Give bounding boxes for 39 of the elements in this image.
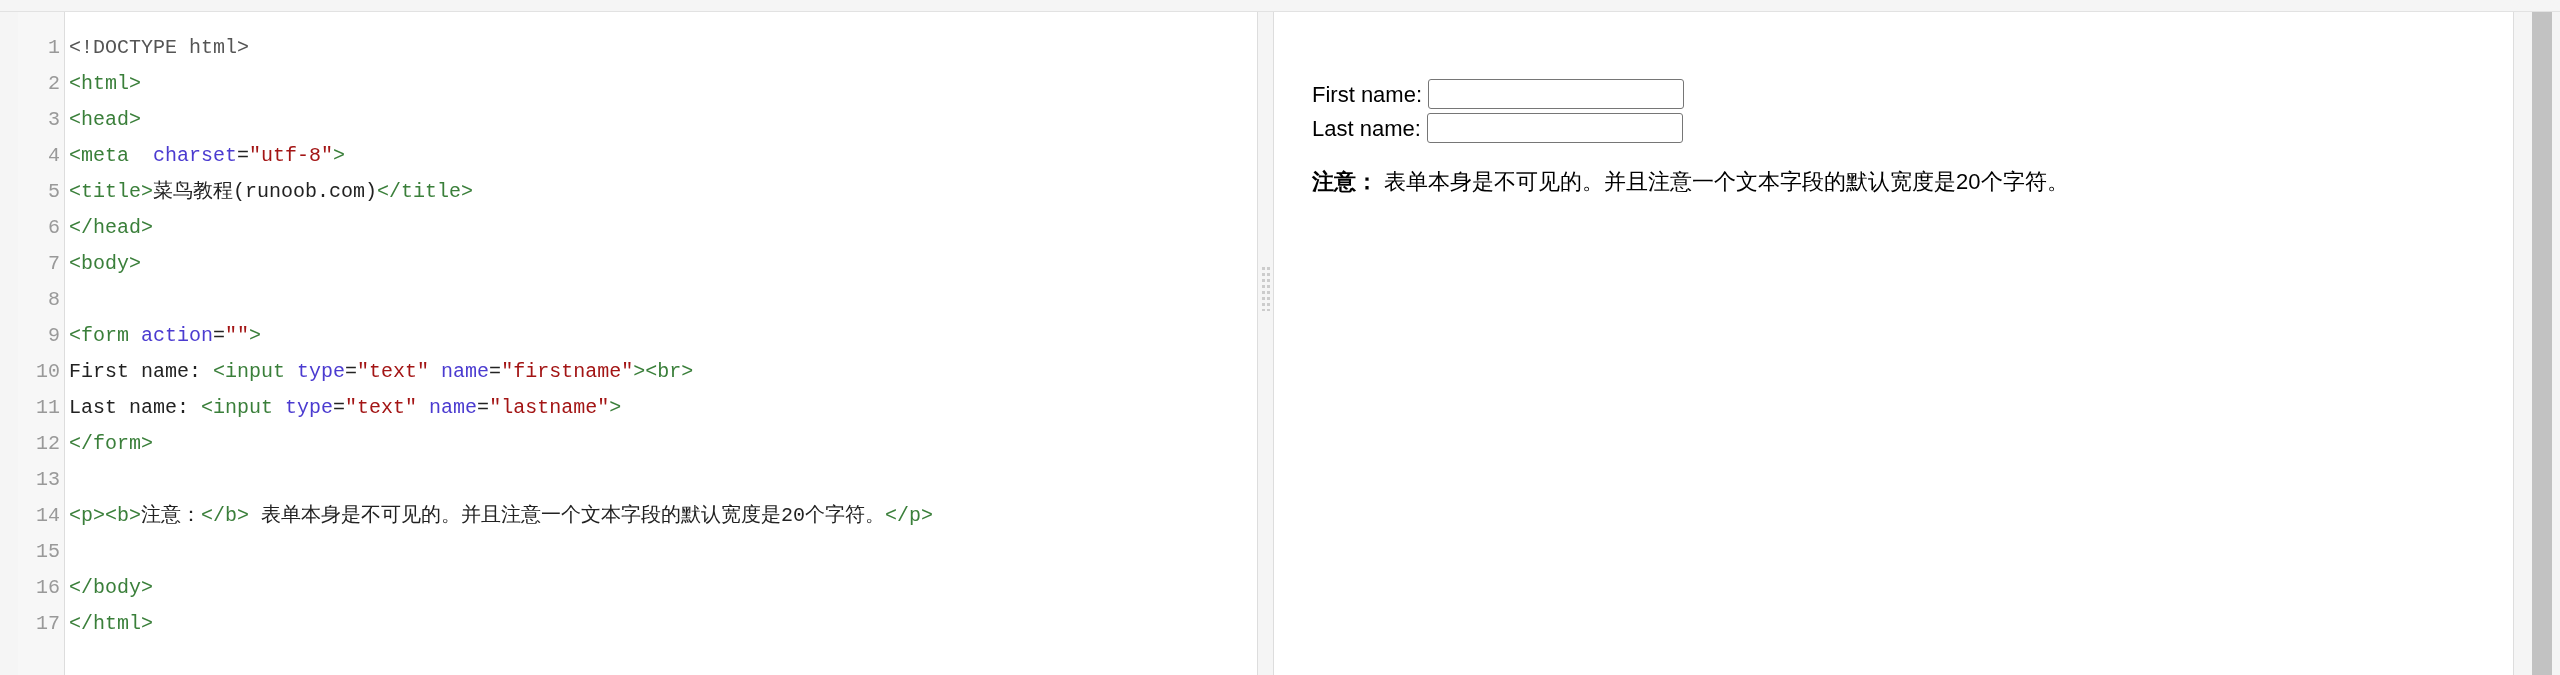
- line-number: 8: [47, 287, 61, 313]
- line-number: 12: [35, 431, 61, 457]
- field-label: First name:: [1312, 80, 1423, 109]
- line-number: 6: [47, 215, 61, 241]
- code-line: <title>菜鸟教程(runoob.com)</title>: [69, 179, 474, 205]
- code-line: </body>: [69, 575, 153, 601]
- line-number: 11: [35, 395, 61, 421]
- code-line: </html>: [69, 611, 153, 637]
- code-line: </form>: [69, 431, 153, 457]
- text-input[interactable]: [1428, 79, 1685, 109]
- code-line: <!DOCTYPE html>: [69, 35, 250, 61]
- code-line: Last name: <input type="text" name="lastname">: [69, 395, 622, 421]
- line-number: 17: [35, 611, 61, 637]
- line-number: 15: [35, 539, 61, 565]
- scrollbar[interactable]: [2532, 12, 2552, 675]
- code-line: <p><b>注意：</b> 表单本身是不可见的。并且注意一个文本字段的默认宽度是20个字符。</p>: [69, 503, 934, 529]
- line-number: 1: [47, 35, 61, 61]
- grip-icon: [1261, 266, 1270, 311]
- code-line: First name: <input type="text" name="firstname"><br>: [69, 359, 694, 385]
- line-number: 16: [35, 575, 61, 601]
- line-number: 13: [35, 467, 61, 493]
- line-number: 10: [35, 359, 61, 385]
- line-number: 14: [35, 503, 61, 529]
- note-paragraph: 注意： 表单本身是不可见的。并且注意一个文本字段的默认宽度是20个字符。: [1312, 168, 2070, 196]
- code-editor[interactable]: [18, 12, 1258, 675]
- code-line: <meta charset="utf-8">: [69, 143, 346, 169]
- text-input[interactable]: [1426, 113, 1683, 143]
- line-number: 9: [47, 323, 61, 349]
- line-number: 2: [47, 71, 61, 97]
- code-line: <body>: [69, 251, 141, 277]
- code-line: <head>: [69, 107, 141, 133]
- code-line: <html>: [69, 71, 141, 97]
- line-number: 5: [47, 179, 61, 205]
- field-label: Last name:: [1312, 114, 1421, 143]
- code-line: </head>: [69, 215, 153, 241]
- line-number: 3: [47, 107, 61, 133]
- line-number: 7: [47, 251, 61, 277]
- code-line: <form action="">: [69, 323, 262, 349]
- line-number: 4: [47, 143, 61, 169]
